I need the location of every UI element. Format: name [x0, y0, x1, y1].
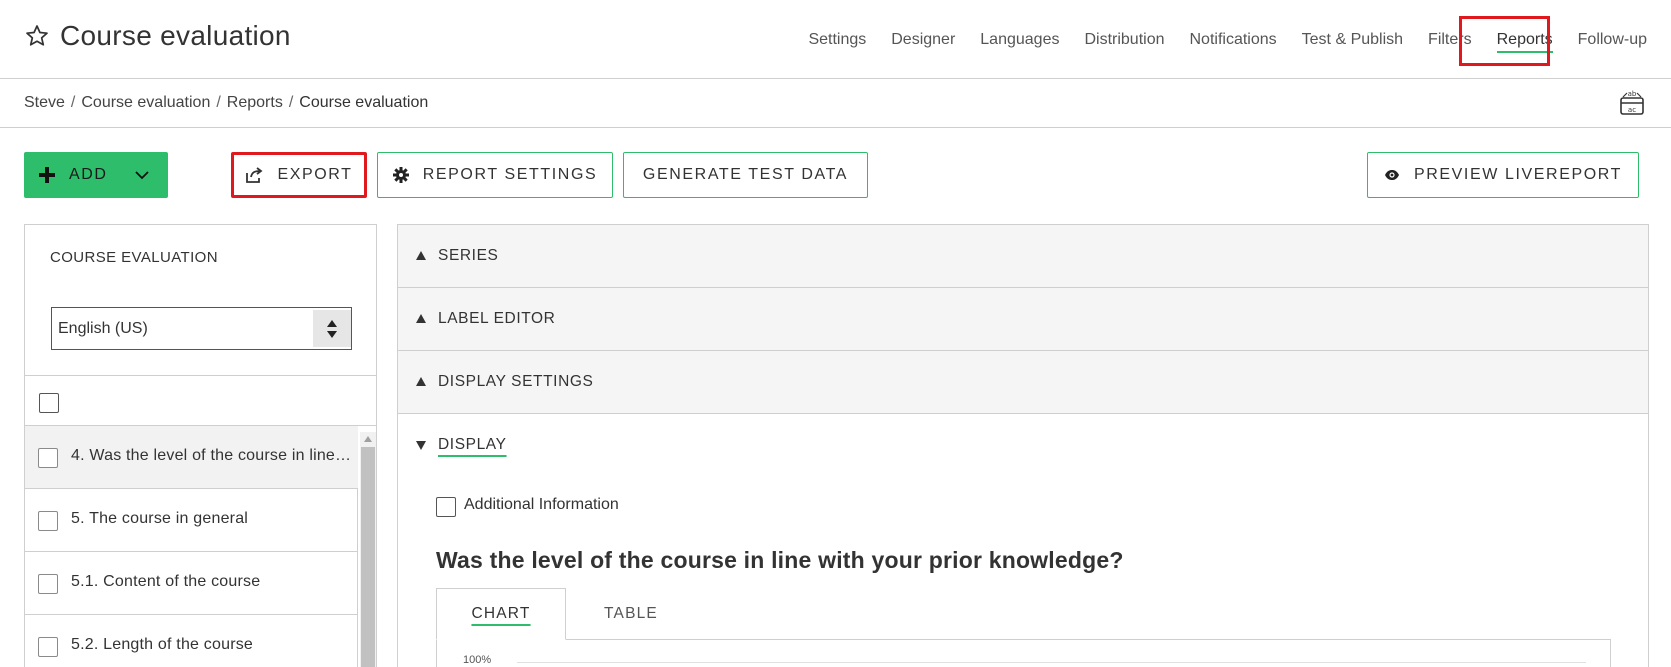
triangle-up-icon [416, 251, 426, 260]
nav-distribution[interactable]: Distribution [1084, 27, 1164, 53]
breadcrumb-separator: / [70, 94, 76, 111]
additional-information-checkbox[interactable] [436, 497, 456, 517]
y-axis-tick-label: 100% [463, 654, 492, 666]
export-button-label: EXPORT [277, 166, 353, 183]
gear-icon [392, 167, 409, 183]
accordion-display: DISPLAY Additional Information Was the l… [398, 414, 1648, 667]
accordion-label-editor[interactable]: LABEL EDITOR [398, 288, 1648, 351]
page-title: Course evaluation [60, 20, 291, 51]
generate-test-data-label: GENERATE TEST DATA [642, 166, 849, 183]
language-select-value: English (US) [58, 320, 148, 337]
question-label: 5. The course in general [71, 510, 249, 527]
title-area: Course evaluation [24, 20, 291, 52]
accordion-label: DISPLAY SETTINGS [438, 373, 594, 390]
accordion-display-settings[interactable]: DISPLAY SETTINGS [398, 351, 1648, 414]
app-header: Course evaluation Settings Designer Lang… [0, 0, 1671, 79]
question-item-5[interactable]: 5. The course in general [25, 489, 358, 552]
nav-designer[interactable]: Designer [891, 27, 955, 53]
accordion-label: SERIES [438, 247, 499, 264]
scrollbar-thumb[interactable] [361, 447, 375, 667]
preview-livereport-label: PREVIEW LIVEREPORT [1413, 166, 1623, 183]
breadcrumb-item-survey[interactable]: Course evaluation [81, 94, 210, 112]
report-toolbar: ADD EXPORT REPORT SETTINGS GENERATE TEST… [0, 152, 1671, 199]
breadcrumb: Steve / Course evaluation / Reports / Co… [24, 94, 428, 112]
breadcrumb-separator: / [216, 94, 221, 111]
question-heading: Was the level of the course in line with… [436, 547, 1124, 573]
plus-icon [39, 167, 55, 183]
chart-area: 100% [436, 640, 1611, 667]
svg-text:ac: ac [1628, 106, 1636, 114]
tab-table-label: TABLE [604, 605, 658, 622]
accordion-series[interactable]: SERIES [398, 225, 1648, 288]
favorite-star-icon[interactable] [24, 23, 50, 49]
tab-chart-label: CHART [471, 605, 531, 622]
nav-follow-up[interactable]: Follow-up [1578, 27, 1647, 53]
breadcrumb-separator: / [288, 94, 294, 111]
triangle-down-icon[interactable] [416, 441, 426, 450]
question-item-5-1[interactable]: 5.1. Content of the course [25, 552, 358, 615]
tab-table[interactable]: TABLE [586, 588, 676, 640]
nav-filters[interactable]: Filters [1428, 27, 1472, 53]
question-checkbox[interactable] [38, 637, 58, 657]
breadcrumb-item-reports[interactable]: Reports [227, 94, 283, 112]
question-checkbox[interactable] [38, 448, 58, 468]
triangle-up-icon [416, 314, 426, 323]
nav-notifications[interactable]: Notifications [1190, 27, 1277, 53]
scroll-up-arrow-icon[interactable] [364, 436, 372, 442]
report-settings-button[interactable]: REPORT SETTINGS [377, 152, 613, 198]
question-checkbox[interactable] [38, 511, 58, 531]
survey-name: COURSE EVALUATION [50, 249, 218, 266]
question-list: 4. Was the level of the course in line w… [25, 426, 358, 667]
question-list-panel: COURSE EVALUATION English (US) 4. Was th… [24, 224, 377, 667]
share-export-icon [245, 167, 263, 183]
question-label: 4. Was the level of the course in line w… [71, 447, 353, 464]
triangle-up-icon [416, 377, 426, 386]
breadcrumb-current: Course evaluation [299, 94, 429, 111]
top-navigation: Settings Designer Languages Distribution… [783, 0, 1647, 79]
eye-icon [1384, 169, 1400, 181]
add-button[interactable]: ADD [24, 152, 168, 198]
question-item-5-2[interactable]: 5.2. Length of the course [25, 615, 358, 667]
display-section-toggle[interactable]: DISPLAY [438, 436, 507, 454]
breadcrumb-item-steve[interactable]: Steve [24, 94, 65, 112]
export-button[interactable]: EXPORT [231, 152, 367, 198]
question-label: 5.1. Content of the course [71, 573, 261, 590]
accordion-label: LABEL EDITOR [438, 310, 556, 327]
report-editor-panel: SERIES LABEL EDITOR DISPLAY SETTINGS DIS… [397, 224, 1649, 667]
language-select[interactable]: English (US) [51, 307, 352, 350]
updown-arrows-icon [313, 310, 351, 347]
panel-divider [25, 375, 376, 376]
nav-languages[interactable]: Languages [980, 27, 1059, 53]
svg-text:ab: ab [1628, 90, 1637, 98]
question-checkbox[interactable] [38, 574, 58, 594]
generate-test-data-button[interactable]: GENERATE TEST DATA [623, 152, 868, 198]
report-settings-label: REPORT SETTINGS [422, 166, 598, 183]
select-all-checkbox[interactable] [39, 393, 59, 413]
question-list-scrollbar[interactable] [360, 432, 376, 667]
add-button-label: ADD [69, 166, 108, 183]
nav-settings[interactable]: Settings [808, 27, 866, 53]
tab-chart[interactable]: CHART [436, 588, 566, 640]
additional-information-label[interactable]: Additional Information [464, 496, 619, 514]
chart-gridline [517, 662, 1586, 663]
breadcrumb-bar: Steve / Course evaluation / Reports / Co… [0, 79, 1671, 128]
preview-livereport-button[interactable]: PREVIEW LIVEREPORT [1367, 152, 1639, 198]
chevron-down-icon[interactable] [135, 167, 149, 188]
translate-icon[interactable]: ab ac [1619, 88, 1645, 116]
question-label: 5.2. Length of the course [71, 636, 254, 653]
nav-reports[interactable]: Reports [1496, 27, 1553, 53]
question-item-4[interactable]: 4. Was the level of the course in line w… [25, 426, 358, 489]
nav-test-publish[interactable]: Test & Publish [1302, 27, 1403, 53]
chart-table-tabs: CHART TABLE 100% [436, 586, 1611, 667]
